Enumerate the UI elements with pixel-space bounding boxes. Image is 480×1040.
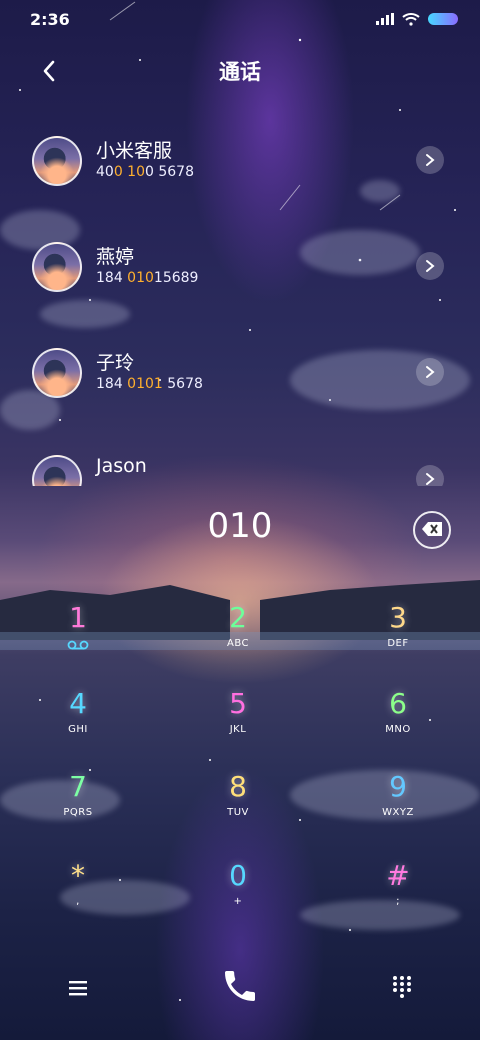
key-letters: + [233, 896, 243, 907]
contact-detail-button[interactable] [416, 146, 444, 174]
key-digit: 9 [389, 770, 407, 803]
chevron-right-icon [426, 473, 435, 485]
avatar [32, 242, 82, 292]
contact-name: 子玲 [96, 352, 135, 374]
key-digit: 3 [389, 601, 407, 634]
contact-row[interactable]: Jason [0, 455, 480, 486]
key-letters: , [76, 896, 80, 907]
key-digit: 0 [229, 859, 247, 892]
avatar [32, 136, 82, 186]
key-letters: TUV [227, 807, 249, 818]
dial-key-6[interactable]: 6 MNO [338, 688, 458, 758]
contact-name: Jason [96, 455, 147, 477]
dial-key-8[interactable]: 8 TUV [178, 771, 298, 841]
dial-key-3[interactable]: 3 DEF [338, 602, 458, 672]
contact-name: 小米客服 [96, 140, 173, 162]
key-letters: ; [396, 896, 400, 907]
dial-key-9[interactable]: 9 WXYZ [338, 771, 458, 841]
key-letters: JKL [229, 724, 247, 735]
contact-row[interactable]: 燕婷 184 01015689 [0, 242, 480, 312]
key-digit: * [71, 859, 85, 892]
dialpad-icon[interactable] [390, 974, 414, 998]
key-letters: MNO [385, 724, 411, 735]
key-letters: DEF [387, 638, 409, 649]
menu-icon[interactable] [66, 976, 90, 1000]
backspace-icon [422, 522, 442, 536]
contact-number: 184 0101 5678 [96, 376, 203, 392]
key-digit: 5 [229, 687, 247, 720]
dial-key-hash[interactable]: # ; [338, 860, 458, 930]
voicemail-icon [67, 640, 89, 650]
key-digit: 6 [389, 687, 407, 720]
bottom-bar [0, 960, 480, 1020]
chevron-right-icon [426, 260, 435, 272]
backspace-button[interactable] [413, 511, 451, 549]
dial-key-0[interactable]: 0 + [178, 860, 298, 930]
contact-detail-button[interactable] [416, 252, 444, 280]
contact-number: 400 100 5678 [96, 164, 194, 180]
dial-key-2[interactable]: 2 ABC [178, 602, 298, 672]
key-digit: 2 [229, 601, 247, 634]
key-digit: 7 [69, 770, 87, 803]
key-letters: PQRS [63, 807, 93, 818]
key-letters: GHI [68, 724, 88, 735]
dial-key-7[interactable]: 7 PQRS [18, 771, 138, 841]
chevron-right-icon [426, 366, 435, 378]
key-letters: WXYZ [382, 807, 414, 818]
contact-detail-button[interactable] [416, 465, 444, 486]
dial-key-5[interactable]: 5 JKL [178, 688, 298, 758]
key-digit: 4 [69, 687, 87, 720]
contact-name: 燕婷 [96, 246, 135, 268]
chevron-right-icon [426, 154, 435, 166]
avatar [32, 348, 82, 398]
key-digit: 8 [229, 770, 247, 803]
contact-detail-button[interactable] [416, 358, 444, 386]
call-button[interactable] [220, 966, 260, 1006]
key-letters: ABC [226, 638, 249, 649]
dial-key-4[interactable]: 4 GHI [18, 688, 138, 758]
dial-key-1[interactable]: 1 [18, 602, 138, 672]
contact-number: 184 01015689 [96, 270, 199, 286]
avatar [32, 455, 82, 486]
contact-row[interactable]: 小米客服 400 100 5678 [0, 136, 480, 206]
contact-row[interactable]: 子玲 184 0101 5678 [0, 348, 480, 418]
dialed-number[interactable]: 010 [0, 506, 480, 546]
key-digit: # [386, 859, 410, 892]
key-digit: 1 [69, 601, 87, 634]
contact-list: 小米客服 400 100 5678 燕婷 184 01015689 子玲 184… [0, 0, 480, 486]
dial-key-star[interactable]: * , [18, 860, 138, 930]
